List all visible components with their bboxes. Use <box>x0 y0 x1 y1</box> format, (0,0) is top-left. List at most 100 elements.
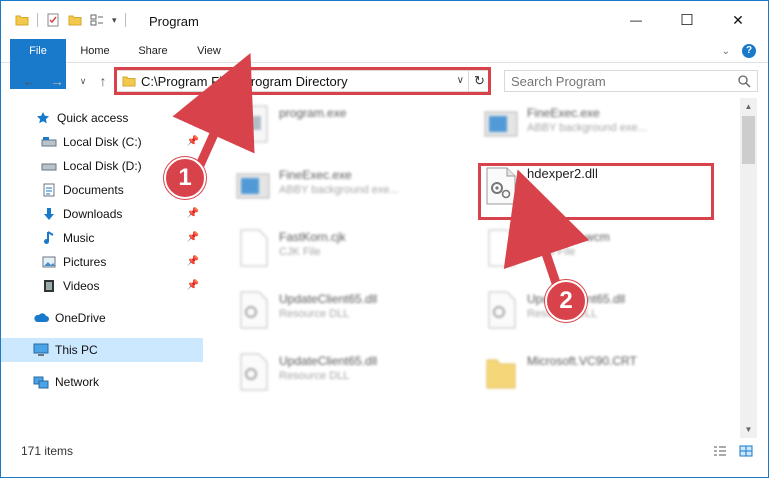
sidebar-item-label: Network <box>55 375 100 389</box>
search-input[interactable] <box>511 71 731 91</box>
exe-file-icon <box>236 173 270 199</box>
new-folder-icon[interactable] <box>68 13 82 27</box>
file-item[interactable]: NeoWP16.wcm WCM File <box>475 222 715 272</box>
vertical-scrollbar[interactable]: ▲ ▼ <box>740 98 757 438</box>
file-type: Resource DLL <box>279 308 350 320</box>
expand-ribbon-icon[interactable]: ⌄ <box>722 46 730 57</box>
file-name: NeoWP16.wcm <box>527 230 610 244</box>
file-type: ABBY background exe... <box>527 122 647 134</box>
file-item[interactable]: Microsoft.VC90.CRT <box>475 346 715 396</box>
pin-icon[interactable]: 📌 <box>187 280 199 291</box>
exe-file-icon <box>238 105 268 143</box>
forward-button[interactable]: → <box>47 71 67 91</box>
sidebar-item-quick-access[interactable]: Quick access <box>1 106 203 130</box>
ribbon-controls: ⌄ ? <box>722 44 756 58</box>
sidebar-item-network[interactable]: Network <box>1 370 203 394</box>
sidebar-item-label: OneDrive <box>55 311 106 325</box>
up-button[interactable]: ↑ <box>93 71 113 91</box>
file-item[interactable]: UpdateClient65.dll Resource DLL <box>227 346 467 396</box>
file-name: program.exe <box>279 106 347 120</box>
drive-icon <box>41 158 57 174</box>
download-icon <box>41 206 57 222</box>
file-item[interactable]: UpdateClient65.dll Resource DLL <box>475 284 715 334</box>
title-bar: ▾ Program — ☐ ✕ <box>1 1 768 39</box>
address-highlight-box <box>114 67 491 95</box>
search-icon[interactable] <box>737 74 751 88</box>
sidebar-item-pictures[interactable]: Pictures 📌 <box>1 250 203 274</box>
sidebar-item-label: Videos <box>63 279 100 293</box>
tab-share[interactable]: Share <box>131 39 175 63</box>
close-button[interactable]: ✕ <box>715 1 761 39</box>
scroll-up-icon[interactable]: ▲ <box>740 98 757 115</box>
sidebar-item-onedrive[interactable]: OneDrive <box>1 306 203 330</box>
file-name: UpdateClient65.dll <box>279 292 378 306</box>
window-title: Program <box>149 14 199 29</box>
file-item[interactable]: FastKorn.cjk CJK File <box>227 222 467 272</box>
file-icon <box>488 229 516 267</box>
file-type: Resource DLL <box>279 370 350 382</box>
minimize-button[interactable]: — <box>613 1 659 39</box>
sidebar-item-local-disk-c[interactable]: Local Disk (C:) 📌 <box>1 130 203 154</box>
step-badge-2: 2 <box>545 280 587 322</box>
sidebar-item-music[interactable]: Music 📌 <box>1 226 203 250</box>
pin-icon[interactable]: 📌 <box>187 232 199 243</box>
drive-icon <box>41 134 57 150</box>
file-item[interactable]: UpdateClient65.dll Resource DLL <box>227 284 467 334</box>
forward-arrow-icon: → <box>50 73 64 89</box>
file-list: program.exe FineExec.exe ABBY background… <box>207 98 740 435</box>
close-icon: ✕ <box>732 11 744 28</box>
details-view-icon[interactable] <box>713 445 727 457</box>
dll-file-icon <box>240 291 268 329</box>
sidebar-item-this-pc[interactable]: This PC <box>1 338 203 362</box>
properties-icon[interactable] <box>46 13 60 27</box>
maximize-button[interactable]: ☐ <box>664 1 710 39</box>
scrollbar-thumb[interactable] <box>742 116 755 164</box>
sidebar-item-label: Music <box>63 231 95 245</box>
sidebar-item-downloads[interactable]: Downloads 📌 <box>1 202 203 226</box>
back-button[interactable]: ← <box>19 71 39 91</box>
file-type: WCM File <box>527 246 576 258</box>
scroll-down-icon[interactable]: ▼ <box>740 421 757 438</box>
videos-icon <box>41 278 57 294</box>
computer-icon <box>33 342 49 358</box>
quick-access-toolbar: ▾ <box>15 13 126 27</box>
chevron-down-icon: ∨ <box>79 75 87 86</box>
sidebar-item-label: This PC <box>55 343 98 357</box>
help-icon[interactable]: ? <box>742 44 756 58</box>
search-box[interactable] <box>504 70 758 92</box>
exe-file-icon <box>484 111 518 137</box>
divider <box>124 13 126 27</box>
file-name: FastKorn.cjk <box>279 230 346 244</box>
tab-view[interactable]: View <box>187 39 231 63</box>
sidebar-item-videos[interactable]: Videos 📌 <box>1 274 203 298</box>
file-name: FineExec.exe <box>279 168 352 182</box>
tab-home[interactable]: Home <box>73 39 117 63</box>
dll-file-icon <box>240 353 268 391</box>
network-icon <box>33 374 49 390</box>
pin-icon[interactable]: 📌 <box>187 136 199 147</box>
music-icon <box>41 230 57 246</box>
large-icons-view-icon[interactable] <box>739 445 753 457</box>
file-item[interactable]: program.exe <box>227 98 467 148</box>
documents-icon <box>41 182 57 198</box>
divider <box>37 13 38 27</box>
sidebar-item-label: Documents <box>63 183 124 197</box>
step-badge-1: 1 <box>164 157 206 199</box>
pin-icon[interactable]: 📌 <box>187 208 199 219</box>
file-name: FineExec.exe <box>527 106 600 120</box>
star-icon <box>35 110 51 126</box>
chevron-down-icon[interactable]: ▾ <box>112 15 117 26</box>
pictures-icon <box>41 254 57 270</box>
file-item[interactable]: FineExec.exe ABBY background exe... <box>475 98 715 148</box>
folder-icon <box>486 359 516 389</box>
ribbon: File Home Share View ⌄ ? <box>1 39 768 89</box>
recent-locations-button[interactable]: ∨ <box>73 71 93 91</box>
dll-file-icon <box>488 291 516 329</box>
up-arrow-icon: ↑ <box>99 73 107 89</box>
explorer-window: ▾ Program — ☐ ✕ File Home Share View ⌄ ?… <box>0 0 769 478</box>
file-item[interactable]: FineExec.exe ABBY background exe... <box>227 160 467 210</box>
cloud-icon <box>33 310 49 326</box>
view-options-icon[interactable] <box>90 13 104 27</box>
pin-icon[interactable]: 📌 <box>187 256 199 267</box>
file-icon <box>240 229 268 267</box>
